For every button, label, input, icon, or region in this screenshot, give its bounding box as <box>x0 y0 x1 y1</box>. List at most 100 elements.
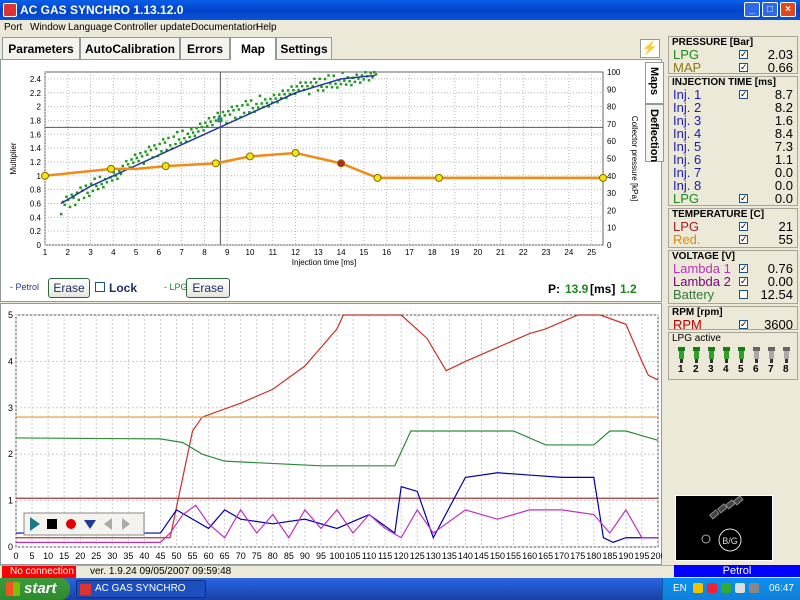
x-tick-label: 130 <box>426 551 441 561</box>
inj-lpg-checkbox[interactable]: ✓ <box>739 194 748 203</box>
pressure-sample-point <box>188 135 191 139</box>
temp-red-checkbox[interactable]: ✓ <box>739 235 748 244</box>
injector-lamp-icon <box>722 347 731 363</box>
pressure-sample-point <box>228 113 232 116</box>
pressure-sample-point <box>216 111 219 115</box>
minimize-button[interactable]: _ <box>744 2 760 17</box>
rpm-label: RPM <box>673 317 702 332</box>
battery-checkbox[interactable] <box>739 290 748 299</box>
pressure-sample-point <box>332 74 336 78</box>
x-tick-label: 120 <box>394 551 409 561</box>
multiplier-point[interactable] <box>435 173 444 182</box>
lambda2-checkbox[interactable]: ✓ <box>739 277 748 286</box>
temperature-group: TEMPERATURE [C] LPG ✓ 21 Red. ✓ 55 <box>668 208 798 248</box>
menu-port[interactable]: Port <box>4 22 22 33</box>
volume-icon[interactable] <box>749 583 759 593</box>
menu-documentation[interactable]: Documentation <box>191 22 258 33</box>
multiplier-point[interactable] <box>373 173 382 182</box>
pressure-sample-point <box>232 109 235 112</box>
multiplier-point[interactable] <box>211 159 220 168</box>
tab-errors[interactable]: Errors <box>180 37 230 59</box>
tray-icon[interactable] <box>693 583 703 593</box>
p-value: 13.9 <box>565 282 589 296</box>
x-tick-label: 175 <box>570 551 585 561</box>
tab-deflection[interactable]: Deflection <box>645 104 664 162</box>
x-tick-label: 180 <box>586 551 601 561</box>
y-tick-label: 1 <box>37 172 42 181</box>
multiplier-point[interactable] <box>161 162 170 171</box>
pressure-sample-point <box>102 185 105 189</box>
x-tick-label: 9 <box>225 248 230 257</box>
pressure-sample-point <box>300 84 304 88</box>
pressure-sample-point <box>70 193 73 196</box>
pressure-sample-point <box>234 116 237 120</box>
lock-checkbox[interactable] <box>95 282 105 292</box>
pressure-lpg-checkbox[interactable]: ✓ <box>739 50 748 59</box>
rpm-checkbox[interactable]: ✓ <box>739 320 748 329</box>
tab-map[interactable]: Map <box>230 37 276 60</box>
tab-parameters[interactable]: Parameters <box>2 37 80 59</box>
multiplier-point[interactable] <box>291 148 300 157</box>
menu-controller-update[interactable]: Controller update <box>114 22 191 33</box>
pressure-map-checkbox[interactable]: ✓ <box>739 63 748 72</box>
tab-settings[interactable]: Settings <box>276 37 332 59</box>
x-tick-label: 13 <box>314 248 323 257</box>
tab-autocalibration[interactable]: AutoCalibration <box>80 37 180 59</box>
pressure-sample-point <box>348 79 351 83</box>
map-chart[interactable]: 1 2 3 4 5 6 7 8 9 10 11 12 13 14 15 16 17 18 19 20 21 22 23 24 2… <box>0 60 645 275</box>
y-tick-label: 1.6 <box>30 130 42 139</box>
menu-language[interactable]: Language <box>68 22 113 33</box>
menu-window[interactable]: Window <box>30 22 66 33</box>
x-tick-label: 1 <box>43 248 48 257</box>
rpm-row: RPM ✓ 3600 <box>669 318 797 331</box>
pressure-sample-point <box>186 132 190 136</box>
pressure-sample-point <box>174 142 177 146</box>
temp-lpg-checkbox[interactable]: ✓ <box>739 222 748 231</box>
taskbar: start AC GAS SYNCHRO EN 06:47 <box>0 578 800 600</box>
petrol-legend: - Petrol <box>10 282 40 292</box>
y-tick-label: 4 <box>8 356 13 366</box>
erase-petrol-button[interactable]: Erase <box>48 278 90 298</box>
x-tick-label: 22 <box>519 248 528 257</box>
multiplier-point[interactable] <box>337 159 346 168</box>
inj-checkbox[interactable]: ✓ <box>739 90 748 99</box>
y-tick-label: 0.8 <box>30 186 42 195</box>
y-tick-label: 2.4 <box>30 75 42 84</box>
switch-label: B/G <box>722 536 738 546</box>
trend-chart[interactable]: 0 5 10 15 20 25 30 35 40 45 50 55 60 65 70 75 80 85 90 95 10… <box>0 303 662 565</box>
stop-icon[interactable] <box>47 519 57 529</box>
lambda1-checkbox[interactable]: ✓ <box>739 264 748 273</box>
x-tick-label: 17 <box>405 248 414 257</box>
maximize-button[interactable]: □ <box>762 2 778 17</box>
language-indicator[interactable]: EN <box>673 583 687 594</box>
tray-icon[interactable] <box>735 583 745 593</box>
tab-maps[interactable]: Maps <box>645 62 664 104</box>
y2-tick-label: 30 <box>607 189 616 198</box>
pressure-sample-point <box>65 195 68 199</box>
multiplier-point[interactable] <box>599 173 607 182</box>
pressure-group: PRESSURE [Bar] LPG ✓ 2.03 MAP ✓ 0.66 <box>668 36 798 74</box>
tray-icon[interactable] <box>707 583 717 593</box>
x-tick-label: 75 <box>252 551 262 561</box>
pressure-sample-point <box>323 77 327 81</box>
record-icon[interactable] <box>66 519 76 529</box>
pressure-sample-point <box>77 198 81 202</box>
switch-indicator: B/G <box>701 495 744 552</box>
help-icon[interactable]: ⚡ <box>640 39 660 58</box>
windows-logo-icon <box>6 582 20 596</box>
pressure-sample-point <box>132 161 135 164</box>
menu-help[interactable]: Help <box>256 22 277 33</box>
taskbar-app[interactable]: AC GAS SYNCHRO <box>76 580 206 598</box>
multiplier-point[interactable] <box>245 152 254 161</box>
pressure-sample-point <box>89 182 93 185</box>
multiplier-point[interactable] <box>41 171 49 180</box>
pressure-sample-point <box>221 110 225 114</box>
start-button[interactable]: start <box>0 578 70 600</box>
multiplier-point[interactable] <box>107 164 116 173</box>
close-button[interactable]: × <box>780 2 796 17</box>
pressure-sample-point <box>246 103 249 106</box>
erase-lpg-button[interactable]: Erase <box>186 278 230 298</box>
temp-red-row: Red. ✓ 55 <box>669 233 797 246</box>
tray-icon[interactable] <box>721 583 731 593</box>
pressure-sample-point <box>244 99 248 103</box>
